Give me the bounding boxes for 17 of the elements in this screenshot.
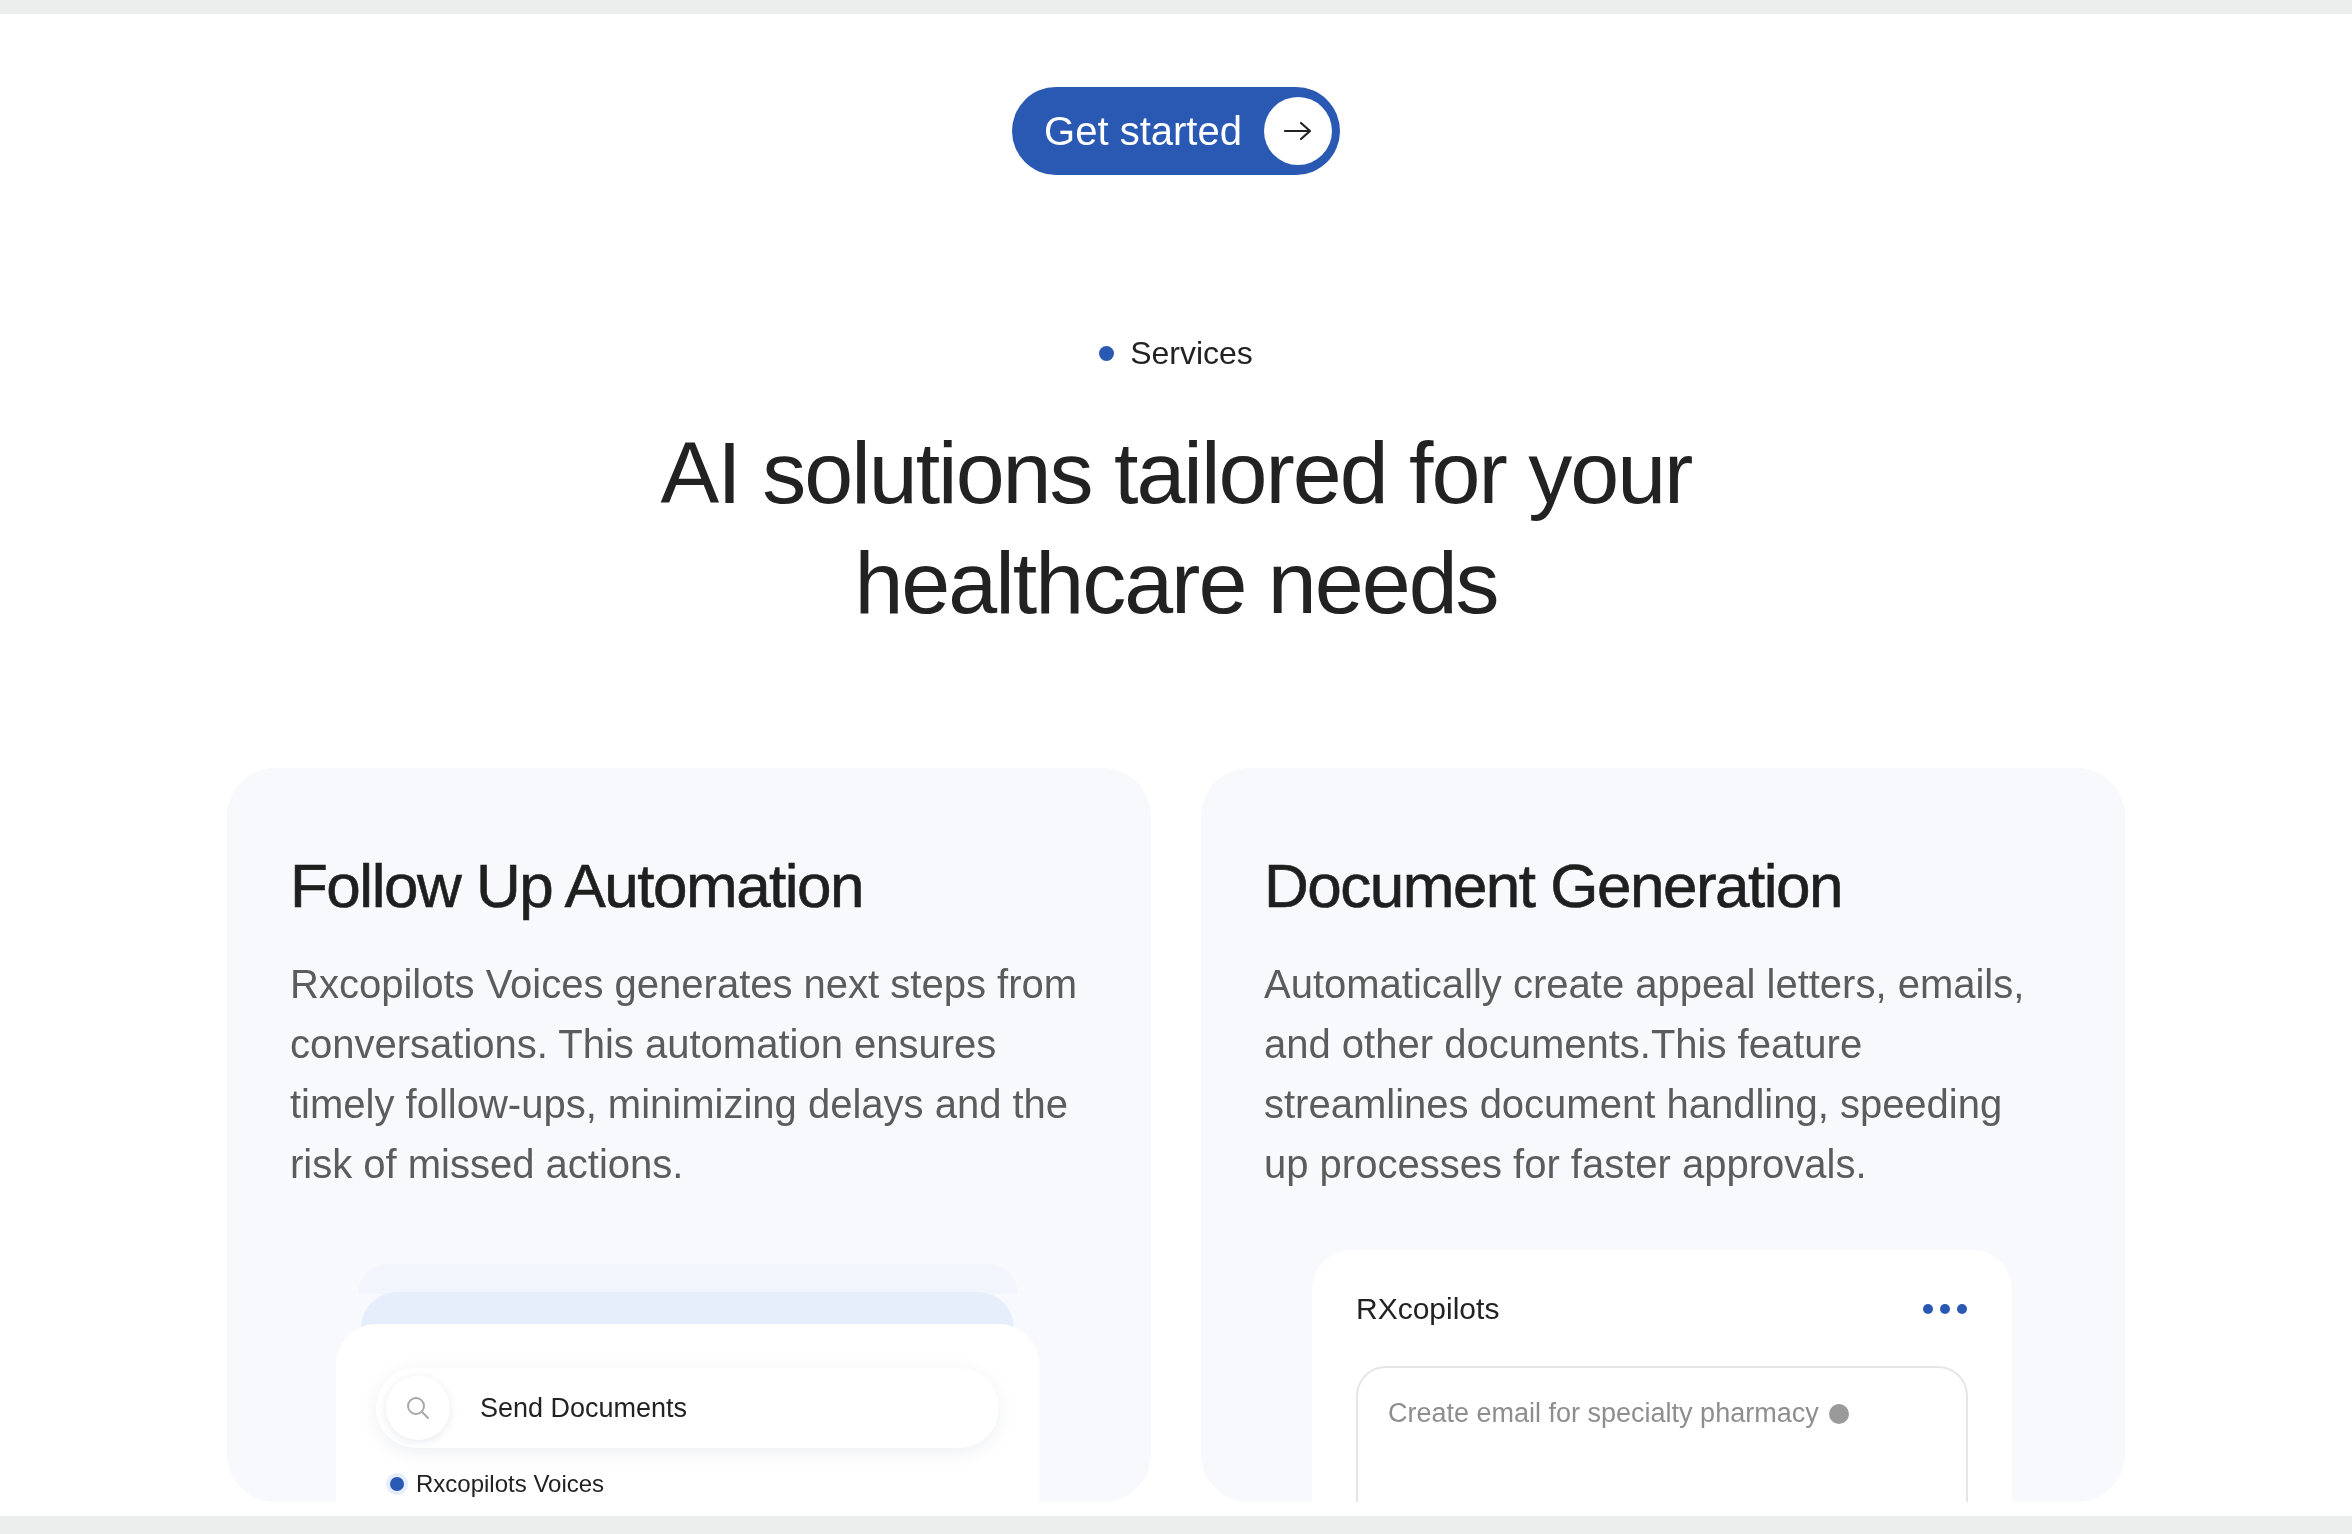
card-title: Document Generation xyxy=(1264,850,1843,922)
section-label: Services xyxy=(1130,335,1253,372)
arrow-right-icon xyxy=(1282,120,1313,142)
get-started-button[interactable]: Get started xyxy=(1012,87,1340,175)
app-name: RXcopilots xyxy=(1356,1292,1500,1326)
list-item: Rxcopilots Voices xyxy=(416,1470,605,1498)
bullet-dot-icon xyxy=(390,1477,404,1491)
more-icon xyxy=(1922,1303,1968,1315)
card-title: Follow Up Automation xyxy=(290,850,864,922)
search-icon xyxy=(405,1395,431,1421)
prompt-text: Create email for specialty pharmacy xyxy=(1388,1398,1819,1429)
bullet-dot-icon xyxy=(1099,346,1115,361)
section-heading: AI solutions tailored for your healthcare needs xyxy=(659,422,1693,634)
card-description: Automatically create appeal letters, emails, and other documents.This feature streamlines document handling, speeding up processes for faster approvals. xyxy=(1264,961,2026,1188)
card-description: Rxcopilots Voices generates next steps from conversations. This automation ensures timely follow-ups, minimizing delays and the risk of missed actions. xyxy=(290,961,1079,1188)
search-field[interactable]: Send Documents xyxy=(376,1368,999,1448)
typing-dot-icon xyxy=(1828,1403,1849,1424)
